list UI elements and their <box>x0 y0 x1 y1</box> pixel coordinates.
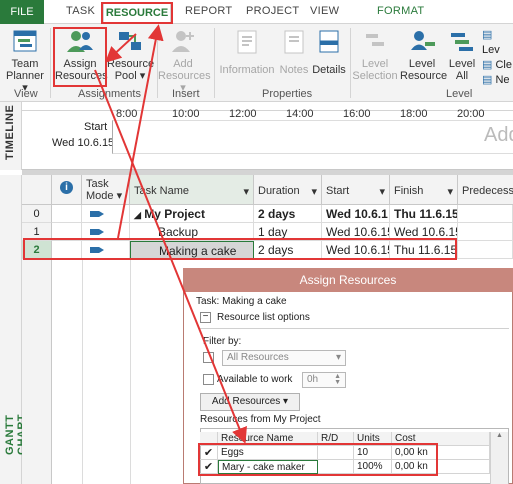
annotation-arrows <box>94 24 247 444</box>
arrow-row-to-tab <box>117 24 164 239</box>
arrow-tab-to-button <box>105 33 137 63</box>
arrow-button-to-dialog <box>94 69 247 444</box>
